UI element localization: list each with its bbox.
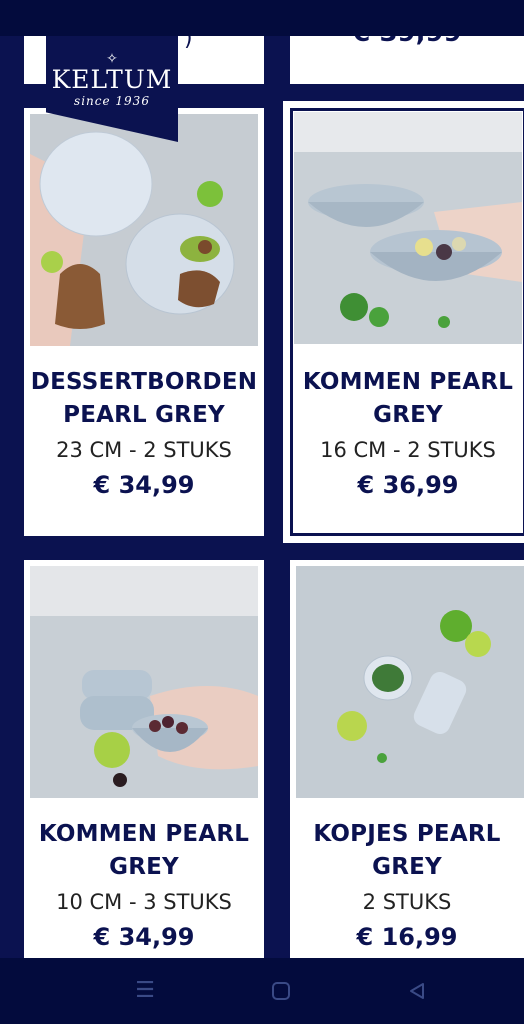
previous-card-right[interactable]: € 39,99 [290,36,524,84]
product-title-line2: GREY [372,854,442,880]
product-subtitle: 16 CM - 2 STUKS [320,438,496,462]
product-title-line2: GREY [109,854,179,880]
product-title-line2: PEARL GREY [63,402,225,428]
product-subtitle: 23 CM - 2 STUKS [56,438,232,462]
logo-since: since 1936 [74,94,150,108]
dessert-plates-photo [30,114,258,346]
previous-price-fragment: ) [184,36,193,51]
menu-icon[interactable]: ☰ [130,978,160,1004]
product-price: € 34,99 [93,471,195,499]
back-icon[interactable] [402,978,432,1004]
product-price: € 34,99 [93,923,195,951]
previous-price: € 39,99 [290,36,524,48]
product-title-line1: KOPJES PEARL [313,821,501,847]
product-title-line1: DESSERTBORDEN [30,369,258,395]
product-card-kommen-10cm[interactable]: KOMMEN PEARL GREY 10 CM - 3 STUKS € 34,9… [24,560,264,958]
product-card-kommen-16cm[interactable]: KOMMEN PEARL GREY 16 CM - 2 STUKS € 36,9… [283,101,524,543]
product-card-kopjes[interactable]: KOPJES PEARL GREY 2 STUKS € 16,99 [290,560,524,958]
logo-emblem-icon: ✧ [106,51,118,67]
product-card-dessertborden[interactable]: DESSERTBORDEN PEARL GREY 23 CM - 2 STUKS… [24,108,264,536]
home-icon[interactable] [266,978,296,1004]
product-title-line2: GREY [373,402,443,428]
product-title-line1: KOMMEN PEARL [302,369,514,395]
logo-name: KELTUM [51,65,173,94]
small-bowls-olives-photo [30,566,258,798]
product-title-line1: KOMMEN PEARL [38,821,250,847]
bowls-salad-photo [294,112,522,344]
system-navigation-bar: ☰ [0,958,524,1024]
status-bar [0,0,524,36]
product-subtitle: 10 CM - 3 STUKS [56,890,232,914]
product-price: € 16,99 [356,923,458,951]
product-subtitle: 2 STUKS [362,890,452,914]
product-price: € 36,99 [357,471,459,499]
cups-lime-photo [296,566,524,798]
